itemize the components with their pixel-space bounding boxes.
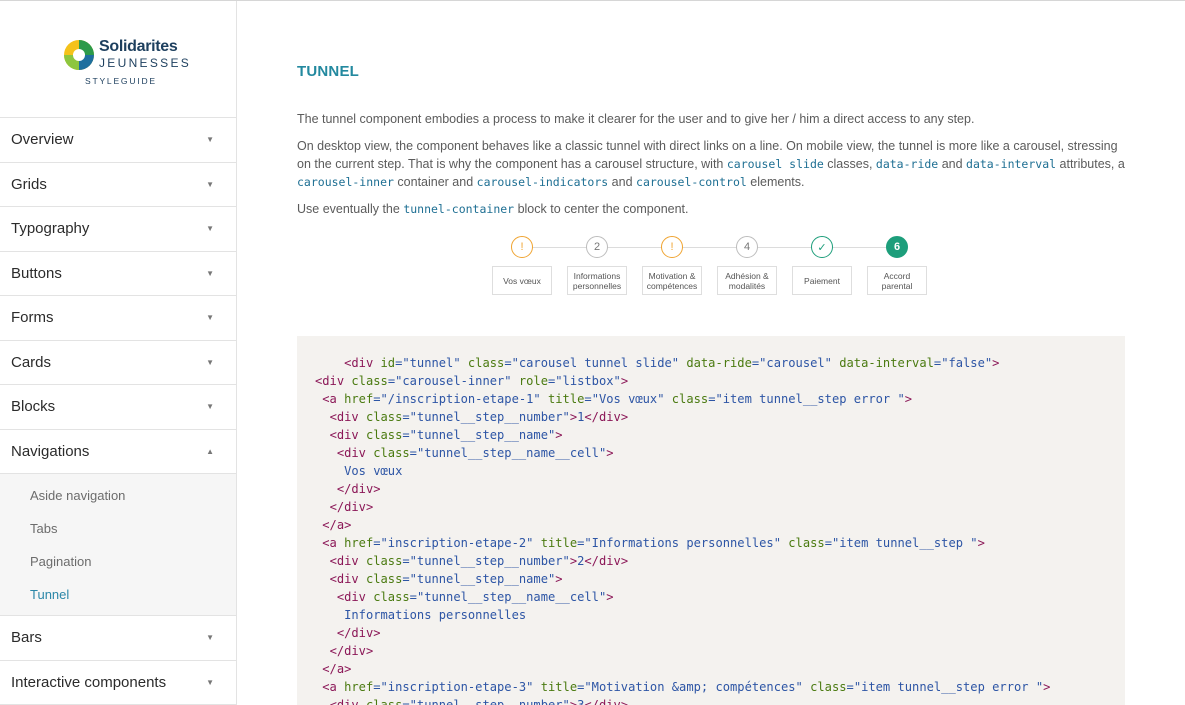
code-line: Informations personnelles (315, 608, 527, 622)
step-label: Paiement (792, 266, 852, 295)
sidebar-item-label: Interactive components (11, 673, 167, 691)
logo-tagline: STYLEGUIDE (85, 76, 157, 86)
code-line: </a> (322, 662, 352, 676)
code-sample[interactable]: <div id="tunnel" class="carousel tunnel … (297, 336, 1125, 705)
sidebar-item-label: Overview (11, 131, 74, 149)
sidebar-item-label: Navigations (11, 442, 90, 460)
sidebar-item-label: Cards (11, 353, 52, 371)
step-number: 4 (736, 236, 758, 258)
code-line: <div class="tunnel__step__name"> (329, 428, 563, 442)
inline-code: tunnel-container (403, 202, 515, 216)
text: elements. (746, 175, 805, 189)
tunnel-line (522, 247, 898, 248)
logo-subtitle: JEUNESSES (99, 56, 192, 70)
code-line: </div> (329, 644, 374, 658)
text: and (938, 157, 967, 171)
sidebar-subitem-aside-navigation[interactable]: Aside navigation (0, 479, 236, 512)
sidebar-item-forms[interactable]: Forms ▼ (0, 296, 236, 341)
code-line: <div class="tunnel__step__name__cell"> (336, 590, 614, 604)
caret-down-icon: ▼ (206, 677, 214, 687)
sidebar-subitem-tabs[interactable]: Tabs (0, 512, 236, 545)
caret-down-icon: ▼ (206, 268, 214, 278)
tunnel-component: ! Vos vœux 2 Informations personnelles !… (492, 234, 929, 298)
code-line: <div id="tunnel" class="carousel tunnel … (344, 356, 1000, 370)
sidebar: Solidarites JEUNESSES STYLEGUIDE Overvie… (0, 1, 237, 705)
sidebar-item-label: Bars (11, 629, 42, 647)
code-line: <div class="carousel-inner" role="listbo… (315, 374, 629, 388)
step-label: Adhésion & modalités (717, 266, 777, 295)
step-label: Vos vœux (492, 266, 552, 295)
step-check-icon: ✓ (811, 236, 833, 258)
sidebar-subnav-navigations: Aside navigation Tabs Pagination Tunnel (0, 474, 236, 616)
sidebar-item-navigations[interactable]: Navigations ▲ (0, 430, 236, 474)
inline-code: carousel-indicators (476, 175, 609, 189)
sidebar-item-grids[interactable]: Grids ▼ (0, 163, 236, 207)
code-line: </div> (336, 482, 381, 496)
text: container and (393, 175, 477, 189)
sidebar-item-blocks[interactable]: Blocks ▼ (0, 385, 236, 430)
sidebar-item-interactive-components[interactable]: Interactive components ▼ (0, 661, 236, 705)
step-label: Motivation & compétences (642, 266, 702, 295)
sidebar-item-label: Typography (11, 220, 90, 238)
code-line: </div> (336, 626, 381, 640)
sidebar-item-bars[interactable]: Bars ▼ (0, 616, 236, 661)
code-line: <a href="inscription-etape-3" title="Mot… (322, 680, 1051, 694)
inline-code: data-interval (966, 157, 1057, 171)
logo-mark-icon (64, 40, 94, 70)
logo[interactable]: Solidarites JEUNESSES STYLEGUIDE (0, 1, 236, 118)
code-line: <div class="tunnel__step__number">2</div… (329, 554, 629, 568)
code-line: <div class="tunnel__step__number">1</div… (329, 410, 629, 424)
caret-down-icon: ▼ (206, 633, 214, 643)
intro-paragraph: The tunnel component embodies a process … (297, 112, 975, 126)
caret-down-icon: ▼ (206, 402, 214, 412)
inline-code: carousel-inner (297, 175, 394, 189)
caret-down-icon: ▼ (206, 357, 214, 367)
step-label: Informations personnelles (567, 266, 627, 295)
step-label: Accord parental (867, 266, 927, 295)
logo-title: Solidarites (99, 38, 178, 55)
description-paragraph: On desktop view, the component behaves l… (297, 137, 1127, 191)
inline-code: carousel-control (636, 175, 747, 189)
text: classes, (823, 157, 876, 171)
code-line: <div class="tunnel__step__name__cell"> (336, 446, 614, 460)
code-line: </a> (322, 518, 352, 532)
sidebar-subitem-pagination[interactable]: Pagination (0, 545, 236, 578)
sidebar-item-label: Grids (11, 175, 47, 193)
code-line: </div> (329, 500, 374, 514)
sidebar-item-label: Forms (11, 309, 54, 327)
sidebar-item-buttons[interactable]: Buttons ▼ (0, 252, 236, 296)
sidebar-item-overview[interactable]: Overview ▼ (0, 118, 236, 163)
code-line: <a href="inscription-etape-2" title="Inf… (322, 536, 985, 550)
step-error-icon: ! (511, 236, 533, 258)
sidebar-subitem-tunnel[interactable]: Tunnel (0, 578, 236, 611)
sidebar-item-label: Buttons (11, 264, 62, 282)
code-line: Vos vœux (315, 464, 403, 478)
sidebar-item-label: Blocks (11, 398, 56, 416)
code-line: <div class="tunnel__step__number">3</div… (329, 698, 629, 705)
text: and (608, 175, 637, 189)
text: attributes, a (1056, 157, 1125, 171)
step-number-current: 6 (886, 236, 908, 258)
code-line: <a href="/inscription-etape-1" title="Vo… (322, 392, 913, 406)
code-line: <div class="tunnel__step__name"> (329, 572, 563, 586)
step-error-icon: ! (661, 236, 683, 258)
inline-code: carousel slide (726, 157, 824, 171)
usage-paragraph: Use eventually the tunnel-container bloc… (297, 200, 1127, 218)
step-number: 2 (586, 236, 608, 258)
inline-code: data-ride (875, 157, 939, 171)
sidebar-item-typography[interactable]: Typography ▼ (0, 207, 236, 252)
caret-up-icon: ▲ (206, 446, 214, 456)
text: block to center the component. (514, 202, 689, 216)
page-title: TUNNEL (297, 63, 360, 80)
caret-down-icon: ▼ (206, 224, 214, 234)
text: Use eventually the (297, 202, 404, 216)
caret-down-icon: ▼ (206, 313, 214, 323)
caret-down-icon: ▼ (206, 179, 214, 189)
caret-down-icon: ▼ (206, 135, 214, 145)
sidebar-item-cards[interactable]: Cards ▼ (0, 341, 236, 385)
